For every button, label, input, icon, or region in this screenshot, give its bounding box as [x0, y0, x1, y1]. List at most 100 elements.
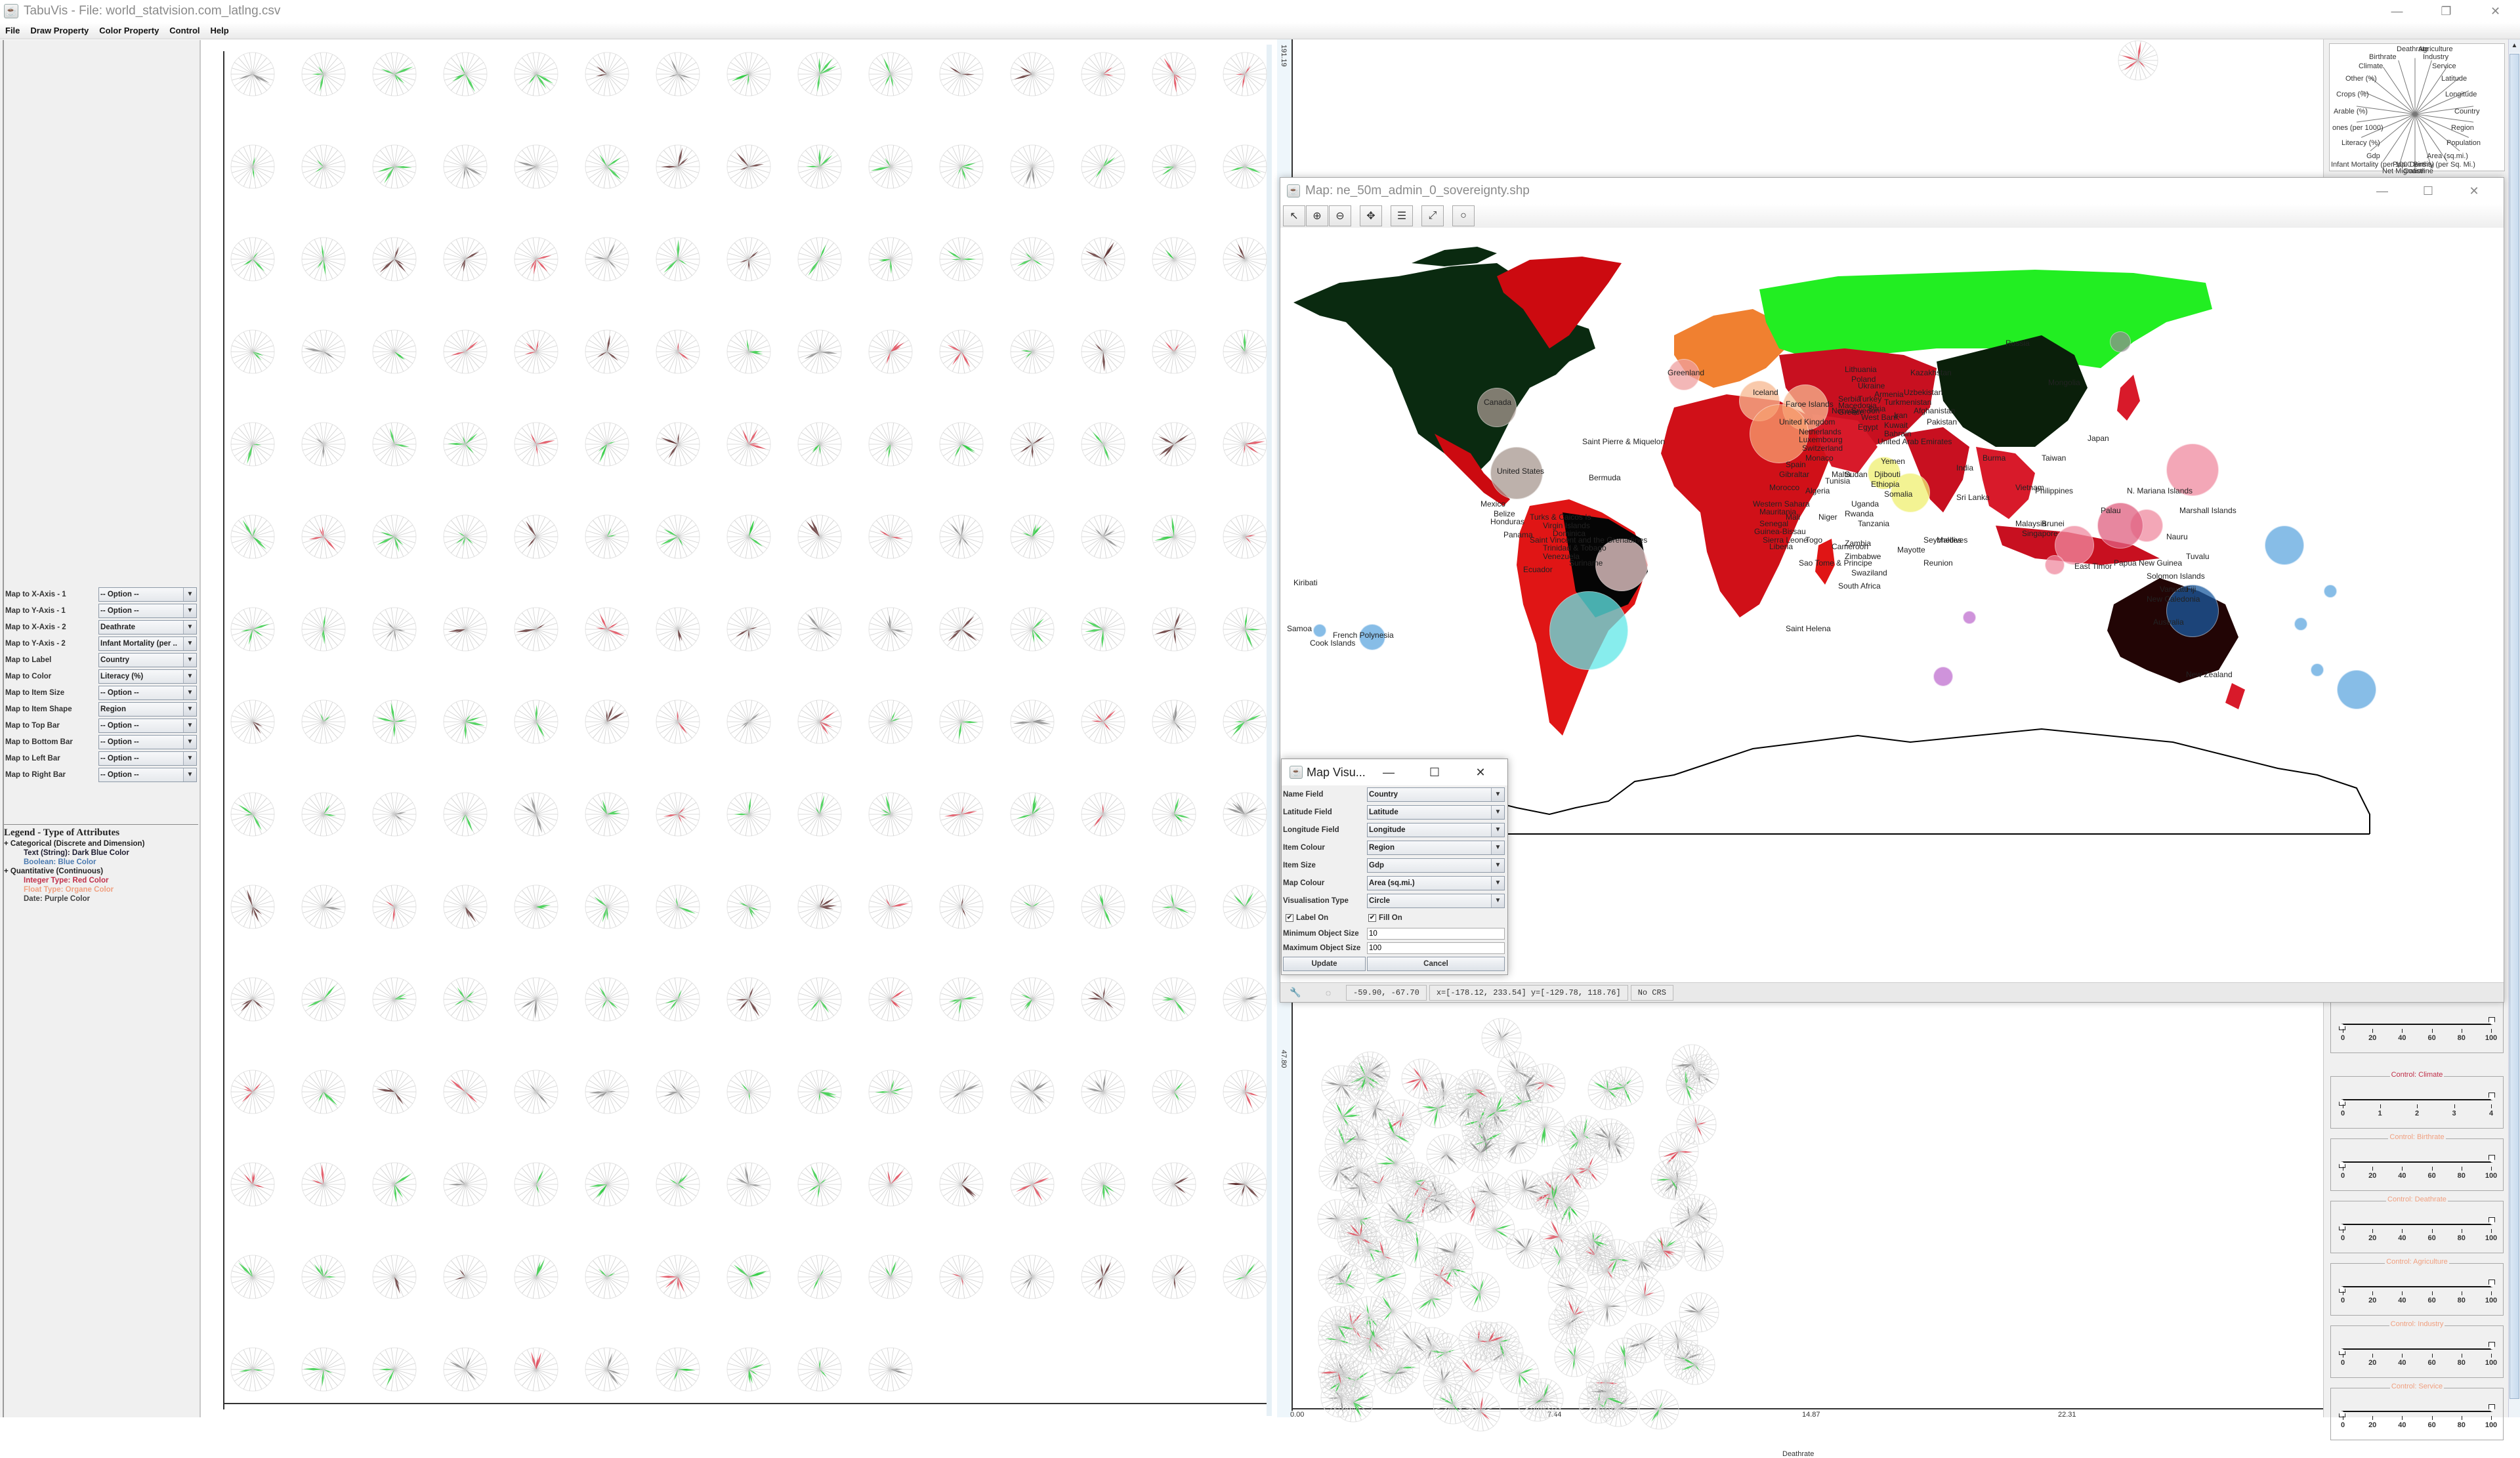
glyph-cell[interactable]	[938, 1069, 984, 1115]
star-glyph[interactable]	[868, 421, 914, 467]
star-glyph[interactable]	[1151, 329, 1197, 375]
star-glyph[interactable]	[513, 1069, 559, 1115]
glyph-cell[interactable]	[868, 421, 914, 467]
glyph-cell[interactable]	[938, 144, 984, 190]
star-glyph[interactable]	[371, 51, 417, 97]
star-glyph[interactable]	[230, 329, 276, 375]
glyph-cell[interactable]	[1151, 514, 1197, 560]
star-glyph[interactable]	[301, 1069, 346, 1115]
star-glyph[interactable]	[1080, 976, 1126, 1022]
star-glyph[interactable]	[868, 144, 914, 190]
glyph-cell[interactable]	[726, 421, 772, 467]
star-glyph[interactable]	[584, 976, 630, 1022]
glyph-cell[interactable]	[301, 976, 346, 1022]
glyph-cell[interactable]	[938, 514, 984, 560]
glyph-cell[interactable]	[1222, 699, 1268, 745]
star-glyph[interactable]	[230, 884, 276, 930]
star-glyph[interactable]	[726, 884, 772, 930]
glyph-cell[interactable]	[1222, 884, 1268, 930]
menu-control[interactable]: Control	[164, 26, 205, 35]
star-glyph[interactable]	[1009, 791, 1055, 837]
glyph-cell[interactable]	[1080, 51, 1126, 97]
star-glyph[interactable]	[1080, 514, 1126, 560]
star-glyph[interactable]	[1222, 791, 1268, 837]
star-glyph[interactable]	[1080, 699, 1126, 745]
star-glyph[interactable]	[1009, 421, 1055, 467]
star-glyph[interactable]	[513, 791, 559, 837]
glyph-cell[interactable]	[726, 51, 772, 97]
glyph-cell[interactable]	[1009, 144, 1055, 190]
glyph-cell[interactable]	[513, 699, 559, 745]
star-glyph[interactable]	[371, 976, 417, 1022]
glyph-cell[interactable]	[655, 421, 701, 467]
star-glyph[interactable]	[513, 329, 559, 375]
mapping-dropdown[interactable]: Literacy (%)▼	[98, 669, 197, 684]
glyph-cell[interactable]	[301, 514, 346, 560]
dropdown-arrow-icon[interactable]: ▼	[183, 752, 196, 765]
star-glyph[interactable]	[1151, 976, 1197, 1022]
glyph-cell[interactable]	[797, 514, 843, 560]
glyph-cell[interactable]	[868, 1069, 914, 1115]
glyph-cell[interactable]	[584, 884, 630, 930]
star-glyph[interactable]	[868, 791, 914, 837]
star-glyph[interactable]	[442, 514, 488, 560]
star-glyph[interactable]	[1009, 514, 1055, 560]
glyph-cell[interactable]	[442, 1069, 488, 1115]
star-glyph[interactable]	[584, 421, 630, 467]
glyph-cell[interactable]	[726, 976, 772, 1022]
star-glyph[interactable]	[1222, 884, 1268, 930]
star-glyph[interactable]	[1009, 236, 1055, 282]
dropdown-arrow-icon[interactable]: ▼	[183, 686, 196, 699]
glyph-cell[interactable]	[1222, 329, 1268, 375]
star-glyph[interactable]	[301, 144, 346, 190]
glyph-cell[interactable]	[442, 884, 488, 930]
star-glyph[interactable]	[1222, 514, 1268, 560]
star-glyph[interactable]	[442, 884, 488, 930]
glyph-cell[interactable]	[655, 51, 701, 97]
glyph-cell[interactable]	[584, 144, 630, 190]
glyph-cell[interactable]	[1151, 884, 1197, 930]
glyph-cell[interactable]	[797, 51, 843, 97]
glyph-cell[interactable]	[371, 514, 417, 560]
glyph-cell[interactable]	[442, 421, 488, 467]
menu-draw-property[interactable]: Draw Property	[25, 26, 94, 35]
glyph-cell[interactable]	[1222, 421, 1268, 467]
glyph-cell[interactable]	[797, 1069, 843, 1115]
glyph-cell[interactable]	[726, 1069, 772, 1115]
glyph-cell[interactable]	[797, 699, 843, 745]
glyph-cell[interactable]	[797, 236, 843, 282]
menu-color-property[interactable]: Color Property	[94, 26, 164, 35]
star-glyph[interactable]	[868, 976, 914, 1022]
star-glyph[interactable]	[301, 236, 346, 282]
star-glyph[interactable]	[584, 1069, 630, 1115]
star-glyph[interactable]	[1222, 144, 1268, 190]
star-glyph[interactable]	[230, 144, 276, 190]
star-glyph[interactable]	[1222, 976, 1268, 1022]
glyph-cell[interactable]	[868, 51, 914, 97]
star-glyph[interactable]	[442, 51, 488, 97]
glyph-cell[interactable]	[301, 144, 346, 190]
star-glyph[interactable]	[371, 791, 417, 837]
glyph-cell[interactable]	[301, 51, 346, 97]
star-glyph[interactable]	[797, 236, 843, 282]
glyph-cell[interactable]	[230, 606, 276, 652]
mapping-dropdown[interactable]: Country▼	[98, 653, 197, 667]
glyph-cell[interactable]	[1222, 514, 1268, 560]
glyph-cell[interactable]	[1222, 144, 1268, 190]
star-glyph[interactable]	[442, 1069, 488, 1115]
star-glyph[interactable]	[513, 236, 559, 282]
star-glyph[interactable]	[230, 976, 276, 1022]
star-glyph[interactable]	[938, 144, 984, 190]
star-glyph[interactable]	[230, 791, 276, 837]
glyph-cell[interactable]	[513, 514, 559, 560]
star-glyph[interactable]	[1009, 329, 1055, 375]
glyph-cell[interactable]	[1080, 606, 1126, 652]
mapping-dropdown[interactable]: -- Option --▼	[98, 686, 197, 700]
star-glyph[interactable]	[868, 514, 914, 560]
star-glyph[interactable]	[726, 1069, 772, 1115]
star-glyph[interactable]	[230, 514, 276, 560]
glyph-cell[interactable]	[371, 329, 417, 375]
star-glyph[interactable]	[938, 236, 984, 282]
glyph-cell[interactable]	[868, 606, 914, 652]
glyph-cell[interactable]	[301, 329, 346, 375]
